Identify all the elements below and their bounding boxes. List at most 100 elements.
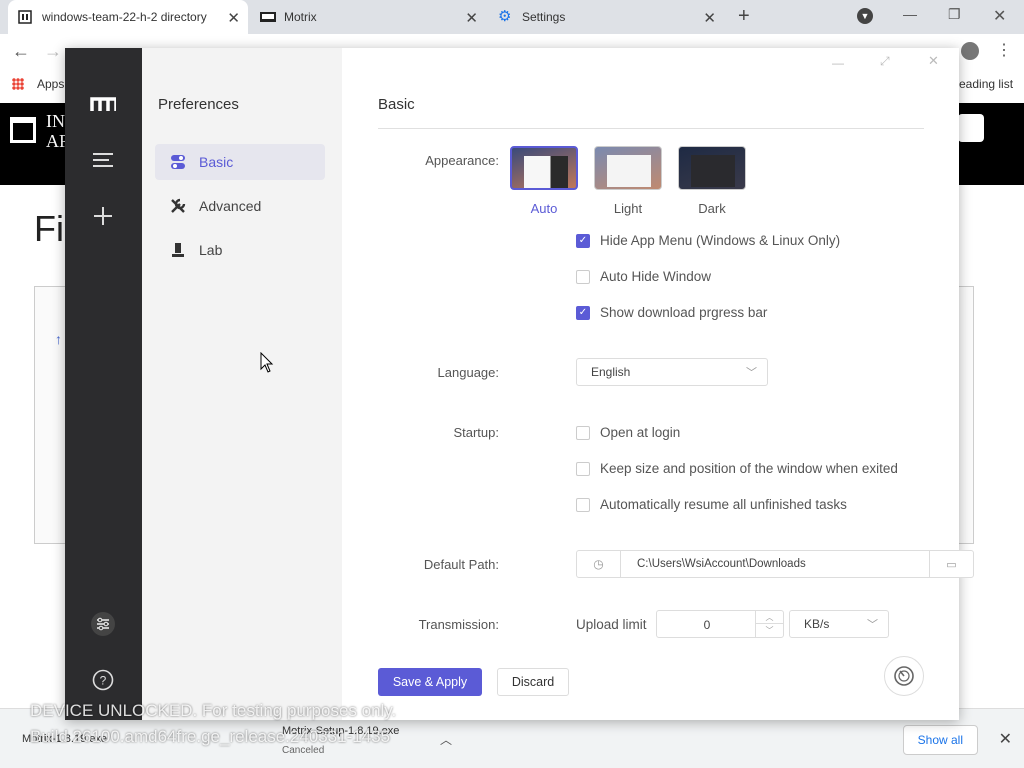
upload-limit-label: Upload limit (576, 617, 647, 632)
speed-unit-value: KB/s (804, 617, 830, 631)
new-tab-icon[interactable]: + (738, 5, 750, 28)
motrix-sidebar: ? (65, 48, 142, 720)
default-path-label: Default Path: (423, 557, 499, 572)
close-downloads-icon[interactable]: ✕ (999, 729, 1012, 749)
hide-app-menu-checkbox[interactable]: ✓ Hide App Menu (Windows & Linux Only) (576, 233, 840, 248)
tab-title: windows-team-22-h-2 directory (42, 10, 207, 24)
checkmark-icon: ✓ (576, 233, 590, 248)
restore-icon[interactable]: ❐ (948, 6, 961, 23)
profile-icon[interactable] (961, 42, 979, 60)
checkbox-label: Hide App Menu (Windows & Linux Only) (600, 233, 841, 248)
subnav-label: Advanced (199, 198, 262, 214)
checkbox-label: Show download prgress bar (600, 305, 768, 320)
window-minimize-icon[interactable]: — (832, 56, 844, 70)
gear-icon: ⚙ (498, 8, 512, 25)
startup-label: Startup: (453, 425, 499, 440)
checkbox-box (576, 497, 590, 512)
site-search-input[interactable] (958, 114, 984, 142)
theme-auto-option[interactable] (510, 146, 578, 190)
language-label: Language: (437, 365, 499, 380)
chevron-up-icon[interactable]: ︿ (440, 731, 452, 748)
page-favicon-icon (18, 10, 32, 24)
upload-limit-value: 0 (703, 618, 711, 632)
watermark-line-2: Build 26100.amd64fre.ge_release.240331-1… (30, 727, 391, 746)
subnav-item-lab[interactable]: Lab (155, 232, 325, 268)
divider (378, 128, 924, 129)
theme-auto-caption: Auto (530, 201, 558, 216)
tab-title: Settings (522, 10, 566, 24)
default-path-field[interactable]: ◷ C:\Users\WsiAccount\Downloads ▭ (576, 550, 974, 578)
preferences-subnav: Preferences Basic Advanced Lab (142, 48, 342, 720)
preferences-title: Preferences (158, 96, 239, 113)
speedometer-icon[interactable] (884, 656, 924, 696)
menu-dots-icon[interactable]: ⋮ (996, 40, 1012, 60)
window-maximize-icon[interactable]: ⤢ (880, 54, 890, 69)
speed-unit-select[interactable]: KB/s ﹀ (789, 610, 889, 638)
reading-list-bookmark[interactable]: eading list (959, 77, 1013, 91)
show-all-button[interactable]: Show all (902, 725, 978, 755)
history-icon[interactable]: ◷ (577, 551, 621, 577)
checkbox-label: Auto Hide Window (600, 269, 712, 284)
close-tab-icon[interactable]: ✕ (465, 9, 478, 27)
stepper-down-icon[interactable]: ﹀ (755, 624, 783, 637)
show-progress-bar-checkbox[interactable]: ✓ Show download prgress bar (576, 305, 767, 320)
checkbox-box (576, 425, 590, 440)
subnav-label: Basic (199, 154, 234, 170)
svg-text:?: ? (100, 674, 107, 688)
page-title: Fi (34, 208, 64, 249)
menu-icon[interactable] (90, 147, 116, 173)
chevron-down-icon: ﹀ (746, 367, 757, 379)
auto-hide-window-checkbox[interactable]: Auto Hide Window (576, 269, 711, 284)
preferences-icon[interactable] (90, 611, 116, 637)
subnav-item-basic[interactable]: Basic (155, 144, 325, 180)
theme-light-option[interactable] (594, 146, 662, 190)
chevron-down-icon: ﹀ (867, 619, 878, 631)
default-path-value: C:\Users\WsiAccount\Downloads (637, 558, 806, 570)
window-close-icon[interactable]: ✕ (928, 53, 939, 69)
checkmark-icon: ✓ (576, 305, 590, 320)
apps-grid-icon[interactable] (12, 78, 24, 90)
folder-icon[interactable]: ▭ (929, 551, 973, 577)
checkbox-label: Keep size and position of the window whe… (600, 461, 898, 476)
motrix-logo-icon[interactable] (90, 91, 116, 117)
tab-settings[interactable]: ⚙ Settings ✕ (488, 0, 724, 34)
institution-logo-icon (10, 117, 36, 143)
back-icon[interactable]: ← (12, 41, 30, 62)
forward-icon[interactable]: → (44, 41, 62, 62)
add-task-icon[interactable] (90, 203, 116, 229)
apps-bookmark[interactable]: Apps (37, 77, 64, 91)
open-at-login-checkbox[interactable]: Open at login (576, 425, 680, 440)
checkbox-box (576, 461, 590, 476)
close-tab-icon[interactable]: ✕ (227, 9, 240, 27)
watermark-line-1: DEVICE UNLOCKED. For testing purposes on… (30, 701, 397, 720)
tab-motrix[interactable]: Motrix ✕ (250, 0, 486, 34)
subnav-item-advanced[interactable]: Advanced (155, 188, 325, 224)
language-select[interactable]: English ﹀ (576, 358, 768, 386)
theme-dark-option[interactable] (678, 146, 746, 190)
transmission-label: Transmission: (418, 617, 499, 632)
preferences-main: — ⤢ ✕ Basic Appearance: Auto Light Dark … (342, 48, 974, 720)
discard-button[interactable]: Discard (497, 668, 569, 696)
lab-icon (169, 242, 187, 258)
help-icon[interactable]: ? (90, 667, 116, 693)
checkbox-label: Automatically resume all unfinished task… (600, 497, 847, 512)
checkbox-box (576, 269, 590, 284)
upload-limit-input[interactable]: 0 ︿ ﹀ (656, 610, 784, 638)
browser-tab-strip: windows-team-22-h-2 directory ✕ Motrix ✕… (0, 0, 1024, 34)
close-tab-icon[interactable]: ✕ (703, 9, 716, 27)
mouse-cursor-icon (260, 351, 274, 377)
checkbox-label: Open at login (600, 425, 681, 440)
motrix-favicon-icon (260, 10, 276, 24)
tab-search-icon[interactable]: ▼ (857, 8, 873, 24)
minimize-icon[interactable]: — (903, 6, 917, 22)
keep-window-size-checkbox[interactable]: Keep size and position of the window whe… (576, 461, 898, 476)
close-window-icon[interactable]: ✕ (993, 6, 1006, 26)
stepper-up-icon[interactable]: ︿ (755, 611, 783, 624)
up-arrow-icon[interactable]: ↑ (55, 331, 62, 347)
tab-directory[interactable]: windows-team-22-h-2 directory ✕ (8, 0, 248, 34)
section-title: Basic (378, 96, 415, 113)
toggle-icon (169, 154, 187, 170)
save-apply-button[interactable]: Save & Apply (378, 668, 482, 696)
resume-tasks-checkbox[interactable]: Automatically resume all unfinished task… (576, 497, 847, 512)
subnav-label: Lab (199, 242, 223, 258)
